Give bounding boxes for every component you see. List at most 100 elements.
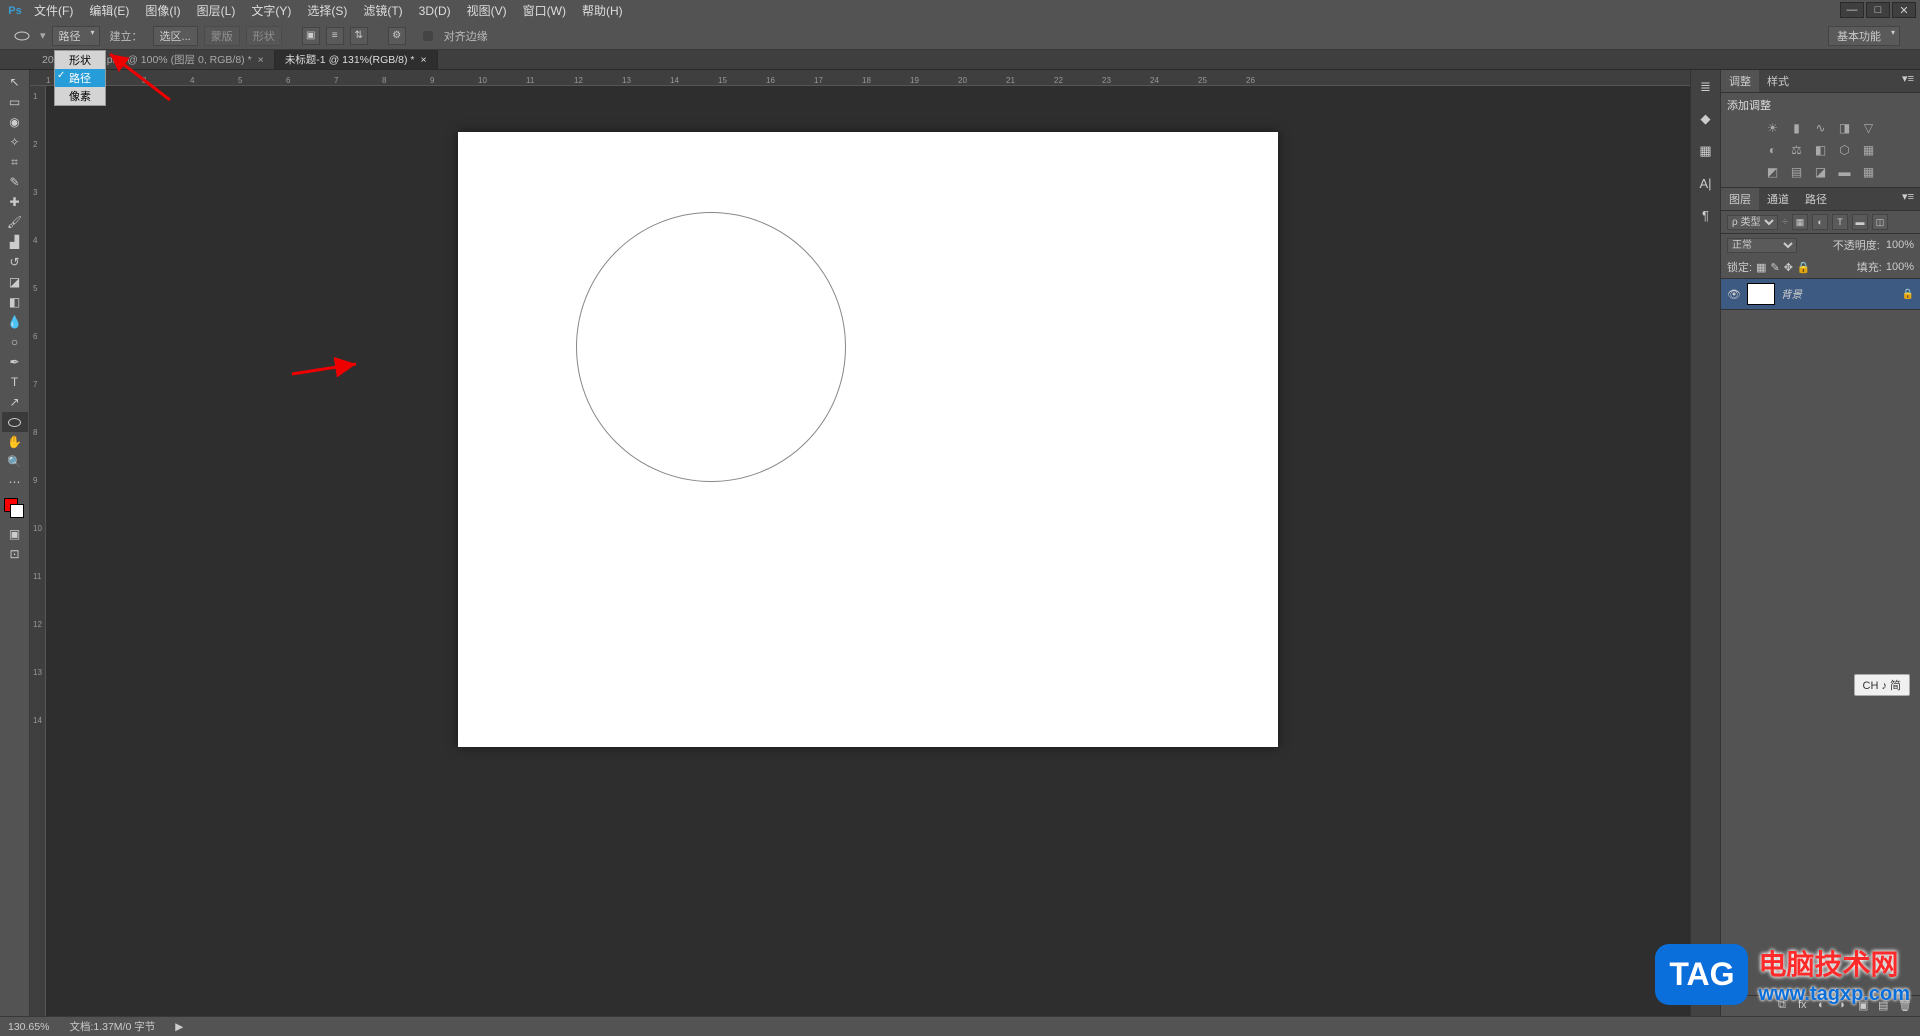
layer-background[interactable]: 👁 背景 🔒 <box>1721 279 1920 310</box>
menu-type[interactable]: 文字(Y) <box>243 0 299 22</box>
blend-mode-select[interactable]: 正常 <box>1727 238 1797 253</box>
filter-shape-icon[interactable]: ▬ <box>1852 214 1868 230</box>
path-align-icon[interactable]: ≡ <box>326 27 344 45</box>
make-selection-button[interactable]: 选区... <box>153 26 198 46</box>
lock-all-icon[interactable]: 🔒 <box>1797 261 1811 274</box>
hsl-icon[interactable]: ◐ <box>1765 142 1781 158</box>
menu-select[interactable]: 选择(S) <box>299 0 355 22</box>
magic-wand-tool[interactable]: ✧ <box>2 132 28 152</box>
layer-filter-kind[interactable]: ρ 类型 <box>1727 215 1778 230</box>
paths-tab[interactable]: 路径 <box>1797 188 1835 210</box>
ellipse-path[interactable] <box>576 212 846 482</box>
fill-value[interactable]: 100% <box>1886 261 1914 273</box>
history-brush-tool[interactable]: ↺ <box>2 252 28 272</box>
minimize-button[interactable]: — <box>1840 2 1864 18</box>
brush-tool[interactable]: 🖌 <box>2 212 28 232</box>
mode-pixels-item[interactable]: 像素 <box>55 87 105 105</box>
lock-pixels-icon[interactable]: ✎ <box>1770 261 1779 274</box>
layer-mask-icon[interactable]: ◐ <box>1818 999 1834 1013</box>
curves-icon[interactable]: ∿ <box>1813 120 1829 136</box>
adjustments-tab[interactable]: 调整 <box>1721 70 1759 92</box>
brightness-icon[interactable]: ☀ <box>1765 120 1781 136</box>
workspace-selector[interactable]: 基本功能 <box>1828 26 1900 46</box>
layers-tab[interactable]: 图层 <box>1721 188 1759 210</box>
character-panel-icon[interactable]: A| <box>1695 172 1717 194</box>
tab-close-icon[interactable]: × <box>258 54 264 66</box>
menu-window[interactable]: 窗口(W) <box>515 0 574 22</box>
screenmode-toggle[interactable]: ⊡ <box>2 544 28 564</box>
dodge-tool[interactable]: ○ <box>2 332 28 352</box>
levels-icon[interactable]: ▮ <box>1789 120 1805 136</box>
filter-adjust-icon[interactable]: ◐ <box>1812 214 1828 230</box>
canvas-viewport[interactable] <box>46 86 1690 1016</box>
vibrance-icon[interactable]: ▽ <box>1861 120 1877 136</box>
gradmap-icon[interactable]: ▬ <box>1837 164 1853 180</box>
colorbal-icon[interactable]: ⚖ <box>1789 142 1805 158</box>
history-panel-icon[interactable]: ≣ <box>1695 76 1717 98</box>
status-expand-icon[interactable]: ▶ <box>175 1021 183 1033</box>
ime-indicator[interactable]: CH ♪ 简 <box>1854 674 1911 696</box>
delete-layer-icon[interactable]: 🗑 <box>1898 999 1914 1013</box>
styles-tab[interactable]: 样式 <box>1759 70 1797 92</box>
menu-filter[interactable]: 滤镜(T) <box>355 0 410 22</box>
menu-edit[interactable]: 编辑(E) <box>81 0 137 22</box>
layer-name-label[interactable]: 背景 <box>1781 287 1802 302</box>
gradient-tool[interactable]: ◧ <box>2 292 28 312</box>
eraser-tool[interactable]: ◪ <box>2 272 28 292</box>
menu-layer[interactable]: 图层(L) <box>189 0 244 22</box>
marquee-tool[interactable]: ▭ <box>2 92 28 112</box>
posterize-icon[interactable]: ▤ <box>1789 164 1805 180</box>
tool-mode-dropdown[interactable]: 路径 <box>52 26 100 46</box>
link-layers-icon[interactable]: ⧉ <box>1778 999 1794 1013</box>
panel-menu-icon[interactable]: ▾≡ <box>1896 70 1920 92</box>
ruler-horizontal[interactable]: 1234567891011121314151617181920212223242… <box>30 70 1690 86</box>
edit-toolbar[interactable]: ⋯ <box>2 472 28 492</box>
tab-close-icon[interactable]: × <box>421 54 427 66</box>
filter-type-icon[interactable]: T <box>1832 214 1848 230</box>
make-shape-button[interactable]: 形状 <box>246 26 282 46</box>
healing-tool[interactable]: ✚ <box>2 192 28 212</box>
menu-image[interactable]: 图像(I) <box>137 0 188 22</box>
invert-icon[interactable]: ◩ <box>1765 164 1781 180</box>
color-panel-icon[interactable]: ◆ <box>1695 108 1717 130</box>
lock-position-icon[interactable]: ✥ <box>1784 261 1793 274</box>
menu-view[interactable]: 视图(V) <box>459 0 515 22</box>
lock-transparent-icon[interactable]: ▦ <box>1756 261 1766 274</box>
artboard[interactable] <box>458 132 1278 747</box>
new-fill-adjust-icon[interactable]: ◑ <box>1838 999 1854 1013</box>
close-button[interactable]: ✕ <box>1892 2 1916 18</box>
make-mask-button[interactable]: 蒙版 <box>204 26 240 46</box>
pen-tool[interactable]: ✒ <box>2 352 28 372</box>
path-arrange-icon[interactable]: ⇅ <box>350 27 368 45</box>
gear-icon[interactable]: ⚙ <box>388 27 406 45</box>
path-select-tool[interactable]: ↗ <box>2 392 28 412</box>
selcolor-icon[interactable]: ▦ <box>1861 164 1877 180</box>
paragraph-panel-icon[interactable]: ¶ <box>1695 204 1717 226</box>
color-background-swatch[interactable] <box>10 504 24 518</box>
document-tab-2[interactable]: 未标题-1 @ 131%(RGB/8) * × <box>275 50 438 69</box>
opacity-value[interactable]: 100% <box>1886 239 1914 251</box>
threshold-icon[interactable]: ◪ <box>1813 164 1829 180</box>
layer-fx-icon[interactable]: fx <box>1798 999 1814 1013</box>
mode-shape-item[interactable]: 形状 <box>55 51 105 69</box>
crop-tool[interactable]: ⌗ <box>2 152 28 172</box>
zoom-level[interactable]: 130.65% <box>8 1021 49 1033</box>
menu-file[interactable]: 文件(F) <box>26 0 81 22</box>
maximize-button[interactable]: □ <box>1866 2 1890 18</box>
doc-size-label[interactable]: 文档:1.37M/0 字节 <box>69 1019 155 1034</box>
stamp-tool[interactable]: ▟ <box>2 232 28 252</box>
filter-smart-icon[interactable]: ◫ <box>1872 214 1888 230</box>
panel-menu-icon[interactable]: ▾≡ <box>1896 188 1920 210</box>
type-tool[interactable]: T <box>2 372 28 392</box>
chanmix-icon[interactable]: ▦ <box>1861 142 1877 158</box>
eyedropper-tool[interactable]: ✎ <box>2 172 28 192</box>
layer-thumbnail[interactable] <box>1747 283 1775 305</box>
visibility-icon[interactable]: 👁 <box>1727 288 1741 301</box>
new-layer-icon[interactable]: ▤ <box>1878 999 1894 1013</box>
lasso-tool[interactable]: ◉ <box>2 112 28 132</box>
exposure-icon[interactable]: ◨ <box>1837 120 1853 136</box>
align-edges-checkbox[interactable] <box>422 30 434 42</box>
blur-tool[interactable]: 💧 <box>2 312 28 332</box>
filter-pixel-icon[interactable]: ▦ <box>1792 214 1808 230</box>
swatches-panel-icon[interactable]: ▦ <box>1695 140 1717 162</box>
